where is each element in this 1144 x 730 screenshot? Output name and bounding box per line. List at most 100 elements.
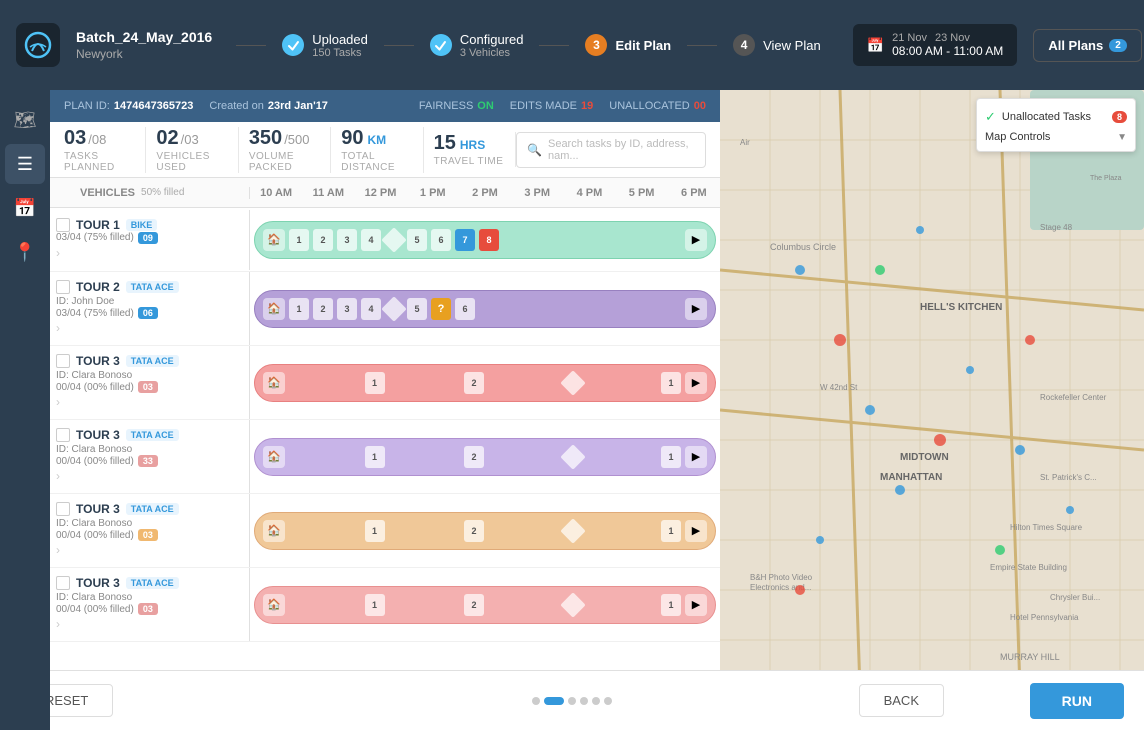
sidebar-icon-pin[interactable]: 📍 bbox=[5, 232, 45, 272]
date-range-dates: 21 Nov 23 Nov 08:00 AM - 11:00 AM bbox=[892, 32, 1003, 58]
sidebar-icon-map[interactable]: 🗺 bbox=[5, 100, 45, 140]
page-dot-3[interactable] bbox=[568, 697, 576, 705]
tour-checkbox-2[interactable] bbox=[56, 354, 70, 368]
tour-checkbox-1[interactable] bbox=[56, 280, 70, 294]
gantt-task-0-3: 3 bbox=[337, 229, 357, 251]
step2-sublabel: 3 Vehicles bbox=[460, 47, 524, 59]
gantt-task-4-1: 1 bbox=[365, 520, 385, 542]
gantt-task-2-3: 1 bbox=[661, 372, 681, 394]
tour-info-4: TOUR 3TATA ACEID: Clara Bonoso00/04 (00%… bbox=[50, 494, 250, 567]
plan-id-value: 1474647365723 bbox=[114, 100, 194, 112]
tour-gantt-5: 🏠121▶ bbox=[250, 576, 720, 634]
map-controls-label: Map Controls bbox=[985, 131, 1050, 143]
stat-time: 15HRS TRAVEL TIME bbox=[424, 132, 516, 167]
gantt-task-4-2: 2 bbox=[464, 520, 484, 542]
tour-chevron-2[interactable]: › bbox=[56, 395, 64, 409]
unallocated-item: UNALLOCATED 00 bbox=[609, 100, 706, 112]
svg-text:MANHATTAN: MANHATTAN bbox=[880, 472, 942, 483]
tour-checkbox-3[interactable] bbox=[56, 428, 70, 442]
tour-badge-2: 03 bbox=[138, 381, 158, 393]
time-12pm: 12 PM bbox=[354, 187, 406, 199]
step1-label: Uploaded bbox=[312, 32, 368, 47]
all-plans-button[interactable]: All Plans 2 bbox=[1033, 29, 1141, 62]
gantt-bar-4[interactable]: 🏠121▶ bbox=[254, 512, 716, 550]
tour-type-1: TATA ACE bbox=[126, 281, 179, 293]
page-dot-1[interactable] bbox=[532, 697, 540, 705]
time-label: TRAVEL TIME bbox=[434, 156, 505, 167]
svg-text:Columbus Circle: Columbus Circle bbox=[770, 242, 836, 252]
svg-text:HELL'S KITCHEN: HELL'S KITCHEN bbox=[920, 302, 1002, 313]
tour-chevron-4[interactable]: › bbox=[56, 543, 64, 557]
step3-num: 3 bbox=[585, 34, 607, 56]
svg-text:W 42nd St: W 42nd St bbox=[820, 383, 858, 392]
map-controls-chevron-icon: ▼ bbox=[1117, 132, 1127, 143]
sidebar-icon-list[interactable]: ☰ bbox=[5, 144, 45, 184]
gantt-bar-2[interactable]: 🏠121▶ bbox=[254, 364, 716, 402]
gantt-bar-0[interactable]: 🏠12345678▶ bbox=[254, 221, 716, 259]
page-dot-5[interactable] bbox=[592, 697, 600, 705]
tour-driver-3: ID: Clara Bonoso bbox=[56, 444, 241, 455]
gantt-diamond-4 bbox=[560, 518, 585, 543]
tour-chevron-5[interactable]: › bbox=[56, 617, 64, 631]
table-container: VEHICLES 50% filled 10 AM 11 AM 12 PM 1 … bbox=[50, 178, 720, 730]
tasks-label: TASKS PLANNED bbox=[64, 151, 135, 173]
tour-checkbox-5[interactable] bbox=[56, 576, 70, 590]
distance-label: TOTAL DISTANCE bbox=[341, 151, 412, 173]
search-placeholder: Search tasks by ID, address, nam... bbox=[548, 138, 695, 162]
gantt-bar-3[interactable]: 🏠121▶ bbox=[254, 438, 716, 476]
tour-fill-5: 00/04 (00% filled) bbox=[56, 604, 134, 615]
gantt-home-icon-3: 🏠 bbox=[263, 446, 285, 468]
gantt-end-icon-3: ▶ bbox=[685, 446, 707, 468]
page-dot-4[interactable] bbox=[580, 697, 588, 705]
tour-checkbox-0[interactable] bbox=[56, 218, 70, 232]
tour-chevron-1[interactable]: › bbox=[56, 321, 64, 335]
gantt-bar-5[interactable]: 🏠121▶ bbox=[254, 586, 716, 624]
tour-fill-1: 03/04 (75% filled) bbox=[56, 308, 134, 319]
gantt-task-1-6: 6 bbox=[455, 298, 475, 320]
page-dot-6[interactable] bbox=[604, 697, 612, 705]
tour-gantt-4: 🏠121▶ bbox=[250, 502, 720, 560]
tour-chevron-0[interactable]: › bbox=[56, 246, 64, 260]
bottom-bar: RESET BACK RUN bbox=[0, 670, 1144, 730]
tour-fill-3: 00/04 (00% filled) bbox=[56, 456, 134, 467]
step1-sublabel: 150 Tasks bbox=[312, 47, 368, 59]
gantt-home-icon-5: 🏠 bbox=[263, 594, 285, 616]
gantt-end-icon-4: ▶ bbox=[685, 520, 707, 542]
tour-rows-container: TOUR 1BIKE03/04 (75% filled)09›🏠12345678… bbox=[50, 208, 720, 642]
tour-chevron-3[interactable]: › bbox=[56, 469, 64, 483]
step2-check bbox=[430, 34, 452, 56]
svg-text:MIDTOWN: MIDTOWN bbox=[900, 452, 949, 463]
svg-text:Stage 48: Stage 48 bbox=[1040, 223, 1073, 232]
map-controls-row[interactable]: Map Controls ▼ bbox=[985, 131, 1127, 143]
gantt-task-1-5: 5 bbox=[407, 298, 427, 320]
gantt-task-1-4: 4 bbox=[361, 298, 381, 320]
tour-name-5: TOUR 3 bbox=[76, 576, 120, 590]
page-dot-2[interactable] bbox=[544, 697, 564, 705]
gantt-bar-1[interactable]: 🏠12345?6▶ bbox=[254, 290, 716, 328]
step-configured: Configured 3 Vehicles bbox=[430, 32, 524, 59]
gantt-diamond-0 bbox=[381, 227, 406, 252]
stat-tasks: 03/08 TASKS PLANNED bbox=[64, 127, 146, 173]
calendar-icon: 📅 bbox=[867, 37, 884, 54]
column-header: VEHICLES 50% filled 10 AM 11 AM 12 PM 1 … bbox=[50, 178, 720, 208]
tour-row: TOUR 1BIKE03/04 (75% filled)09›🏠12345678… bbox=[50, 208, 720, 272]
run-button[interactable]: RUN bbox=[1030, 683, 1124, 719]
tasks-value: 03/08 bbox=[64, 127, 135, 150]
svg-text:Rockefeller Center: Rockefeller Center bbox=[1040, 393, 1107, 402]
gantt-task-5-3: 1 bbox=[661, 594, 681, 616]
tour-fill-4: 00/04 (00% filled) bbox=[56, 530, 134, 541]
svg-text:Empire State Building: Empire State Building bbox=[990, 563, 1067, 572]
time-3pm: 3 PM bbox=[511, 187, 563, 199]
tour-row: TOUR 3TATA ACEID: Clara Bonoso00/04 (00%… bbox=[50, 568, 720, 642]
gantt-diamond-3 bbox=[560, 444, 585, 469]
gantt-task-2-2: 2 bbox=[464, 372, 484, 394]
tour-info-5: TOUR 3TATA ACEID: Clara Bonoso00/04 (00%… bbox=[50, 568, 250, 641]
tour-type-3: TATA ACE bbox=[126, 429, 179, 441]
back-button[interactable]: BACK bbox=[859, 684, 944, 717]
sidebar-icon-calendar[interactable]: 📅 bbox=[5, 188, 45, 228]
search-box[interactable]: 🔍 Search tasks by ID, address, nam... bbox=[516, 132, 706, 168]
date-to: 23 Nov bbox=[935, 32, 970, 44]
created-item: Created on 23rd Jan'17 bbox=[209, 100, 328, 112]
tour-checkbox-4[interactable] bbox=[56, 502, 70, 516]
tour-row: TOUR 3TATA ACEID: Clara Bonoso00/04 (00%… bbox=[50, 420, 720, 494]
